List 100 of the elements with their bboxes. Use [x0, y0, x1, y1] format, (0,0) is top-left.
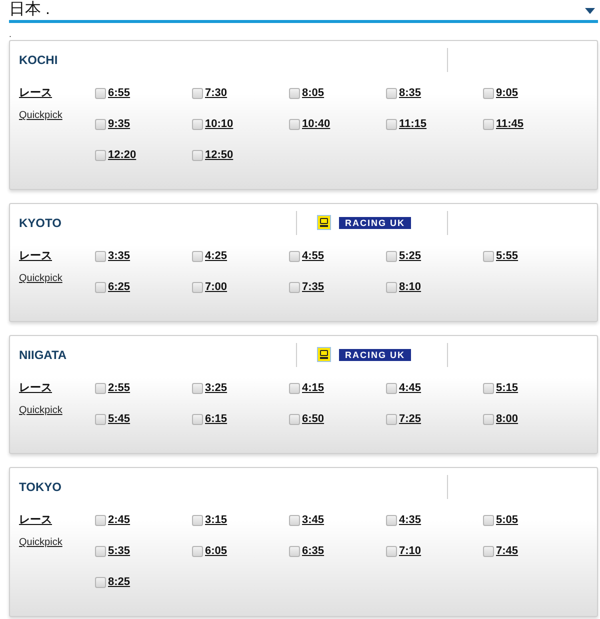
checkbox[interactable]: [95, 282, 106, 293]
race-time-link[interactable]: 4:15: [302, 380, 324, 397]
checkbox[interactable]: [192, 414, 203, 425]
race-time-link[interactable]: 6:55: [108, 85, 130, 102]
race-time-link[interactable]: 3:15: [205, 512, 228, 529]
races-link[interactable]: レース: [19, 373, 52, 404]
checkbox[interactable]: [483, 515, 494, 526]
race-time-link[interactable]: 5:45: [108, 411, 130, 428]
country-dropdown[interactable]: 日本 .: [9, 0, 598, 23]
race-time-link[interactable]: 4:25: [205, 248, 228, 265]
checkbox[interactable]: [192, 150, 203, 161]
race-time-link[interactable]: 7:45: [496, 543, 518, 560]
race-time-link[interactable]: 12:50: [205, 147, 234, 164]
races-link[interactable]: レース: [19, 78, 52, 109]
checkbox[interactable]: [95, 546, 106, 557]
quickpick-link[interactable]: Quickpick: [19, 536, 62, 549]
race-time-link[interactable]: 2:55: [108, 380, 130, 397]
race-time-link[interactable]: 9:05: [496, 85, 518, 102]
race-time-link[interactable]: 3:45: [302, 512, 324, 529]
race-time-link[interactable]: 10:40: [302, 116, 330, 133]
meeting-title: TOKYO: [18, 478, 62, 496]
race-time-link[interactable]: 4:45: [399, 380, 422, 397]
race-time-link[interactable]: 11:45: [496, 116, 524, 133]
checkbox[interactable]: [386, 251, 397, 262]
race-time-link[interactable]: 6:25: [108, 279, 130, 296]
checkbox[interactable]: [192, 282, 203, 293]
race-time-link[interactable]: 4:35: [399, 512, 422, 529]
checkbox[interactable]: [192, 515, 203, 526]
race-time-link[interactable]: 2:45: [108, 512, 130, 529]
race-time-link[interactable]: 7:30: [205, 85, 228, 102]
race-time-link[interactable]: 5:15: [496, 380, 518, 397]
quickpick-link[interactable]: Quickpick: [19, 272, 62, 285]
race-time-link[interactable]: 8:35: [399, 85, 422, 102]
race-time-link[interactable]: 5:05: [496, 512, 518, 529]
checkbox[interactable]: [289, 119, 300, 130]
checkbox[interactable]: [95, 577, 106, 588]
race-time-link[interactable]: 8:25: [108, 574, 130, 591]
checkbox[interactable]: [289, 546, 300, 557]
checkbox[interactable]: [483, 251, 494, 262]
checkbox[interactable]: [192, 383, 203, 394]
checkbox[interactable]: [95, 150, 106, 161]
race-time-link[interactable]: 5:35: [108, 543, 130, 560]
tv-icon: [317, 347, 331, 362]
checkbox[interactable]: [289, 383, 300, 394]
race-time-link[interactable]: 12:20: [108, 147, 136, 164]
checkbox[interactable]: [386, 119, 397, 130]
race-time-link[interactable]: 6:35: [302, 543, 324, 560]
race-time-link[interactable]: 7:25: [399, 411, 422, 428]
checkbox[interactable]: [289, 414, 300, 425]
checkbox[interactable]: [95, 515, 106, 526]
races-link[interactable]: レース: [19, 241, 52, 272]
checkbox[interactable]: [289, 88, 300, 99]
race-time-link[interactable]: 3:35: [108, 248, 130, 265]
checkbox[interactable]: [386, 282, 397, 293]
race-time-link[interactable]: 6:15: [205, 411, 228, 428]
race-time-link[interactable]: 7:00: [205, 279, 228, 296]
race-time-link[interactable]: 6:50: [302, 411, 324, 428]
note-text: .: [9, 28, 12, 40]
meeting-title: NIIGATA: [18, 346, 68, 364]
checkbox[interactable]: [386, 88, 397, 99]
checkbox[interactable]: [483, 383, 494, 394]
race-time-link[interactable]: 6:05: [205, 543, 228, 560]
race-time-link[interactable]: 7:10: [399, 543, 422, 560]
checkbox[interactable]: [289, 251, 300, 262]
checkbox[interactable]: [192, 251, 203, 262]
checkbox[interactable]: [95, 119, 106, 130]
checkbox[interactable]: [289, 282, 300, 293]
race-time-link[interactable]: 8:10: [399, 279, 422, 296]
racing-uk-logo: RACING UK: [339, 216, 411, 228]
checkbox[interactable]: [386, 414, 397, 425]
race-time-link[interactable]: 11:15: [399, 116, 427, 133]
checkbox[interactable]: [386, 546, 397, 557]
checkbox[interactable]: [483, 119, 494, 130]
checkbox[interactable]: [483, 414, 494, 425]
checkbox[interactable]: [192, 119, 203, 130]
checkbox[interactable]: [95, 414, 106, 425]
races-link[interactable]: レース: [19, 505, 52, 536]
checkbox[interactable]: [483, 88, 494, 99]
checkbox[interactable]: [386, 383, 397, 394]
race-time-link[interactable]: 5:25: [399, 248, 422, 265]
race-time-link[interactable]: 3:25: [205, 380, 228, 397]
race-time-link[interactable]: 4:55: [302, 248, 324, 265]
checkbox[interactable]: [483, 546, 494, 557]
race-time-link[interactable]: 10:10: [205, 116, 234, 133]
race-time-link[interactable]: 8:00: [496, 411, 518, 428]
checkbox[interactable]: [95, 383, 106, 394]
checkbox[interactable]: [95, 251, 106, 262]
race-time-link[interactable]: 7:35: [302, 279, 324, 296]
checkbox[interactable]: [192, 88, 203, 99]
race-time-link[interactable]: 8:05: [302, 85, 324, 102]
meeting-title: KYOTO: [18, 214, 62, 232]
race-time-link[interactable]: 5:55: [496, 248, 518, 265]
checkbox[interactable]: [95, 88, 106, 99]
caret-icon: [585, 8, 595, 14]
checkbox[interactable]: [386, 515, 397, 526]
race-time-link[interactable]: 9:35: [108, 116, 130, 133]
quickpick-link[interactable]: Quickpick: [19, 109, 62, 122]
checkbox[interactable]: [289, 515, 300, 526]
checkbox[interactable]: [192, 546, 203, 557]
quickpick-link[interactable]: Quickpick: [19, 404, 62, 417]
